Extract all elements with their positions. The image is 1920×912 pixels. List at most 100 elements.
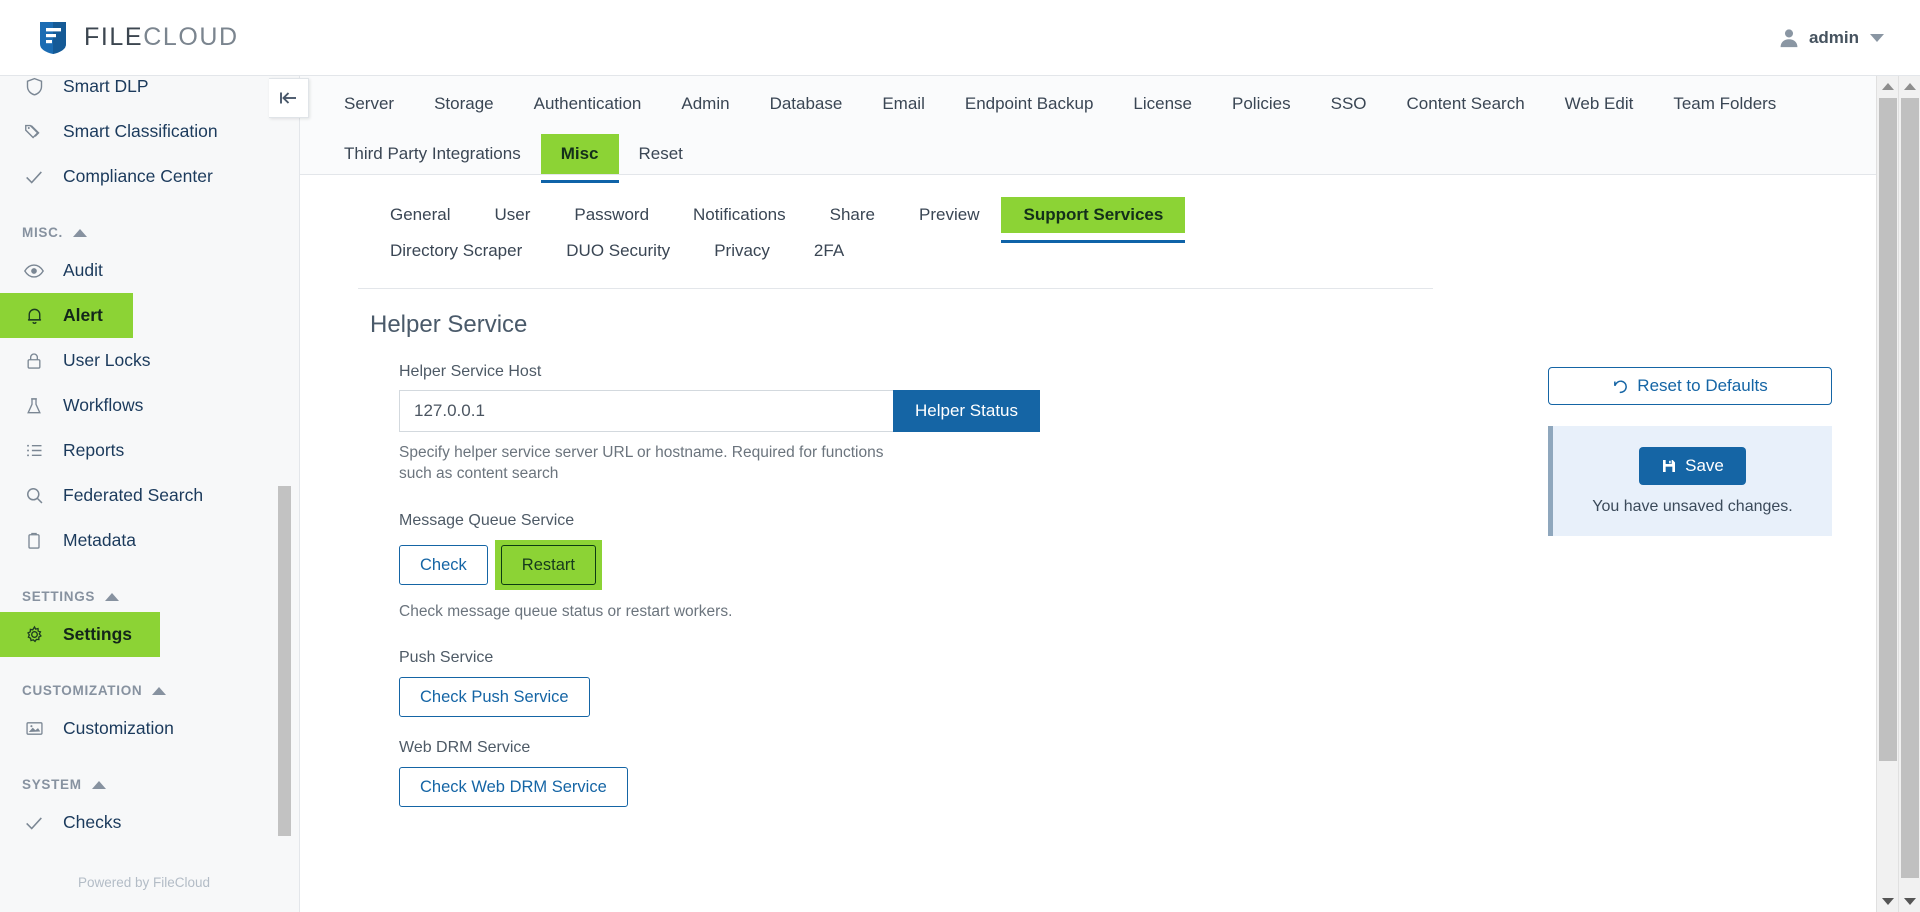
sidebar-group-label: CUSTOMIZATION <box>22 683 143 698</box>
subtab-directory-scraper[interactable]: Directory Scraper <box>368 233 544 269</box>
message-queue-buttons: Check Restart <box>399 540 1900 590</box>
subtab-privacy[interactable]: Privacy <box>692 233 792 269</box>
page-scrollbar-thumb[interactable] <box>1901 98 1919 878</box>
tab-storage[interactable]: Storage <box>414 84 514 124</box>
tab-license[interactable]: License <box>1113 84 1212 124</box>
subtab-notifications[interactable]: Notifications <box>671 197 808 233</box>
sidebar-item-metadata[interactable]: Metadata <box>0 518 287 563</box>
sidebar-item-label: User Locks <box>63 350 151 370</box>
sidebar-item-workflows[interactable]: Workflows <box>0 383 287 428</box>
sidebar-item-federated-search[interactable]: Federated Search <box>0 473 287 518</box>
scroll-down-arrow-icon[interactable] <box>1881 898 1894 905</box>
settings-nav-row-2: Third Party Integrations Misc Reset <box>324 124 1900 183</box>
chevron-up-icon <box>73 228 88 237</box>
sidebar-item-customization[interactable]: Customization <box>0 706 287 751</box>
sidebar-scrollbar-thumb[interactable] <box>278 486 291 836</box>
tab-endpoint-backup[interactable]: Endpoint Backup <box>945 84 1114 124</box>
tab-admin[interactable]: Admin <box>661 84 749 124</box>
sidebar-item-alert[interactable]: Alert <box>0 293 133 338</box>
subtab-preview[interactable]: Preview <box>897 197 1001 233</box>
tab-third-party-integrations[interactable]: Third Party Integrations <box>324 134 541 174</box>
web-drm-service-label: Web DRM Service <box>399 739 531 756</box>
logo-text-file: FILE <box>84 23 144 51</box>
sidebar-group-settings[interactable]: SETTINGS <box>0 563 287 612</box>
sidebar-item-compliance-center[interactable]: Compliance Center <box>0 154 287 199</box>
restart-queue-button[interactable]: Restart <box>500 545 596 585</box>
section-title-helper-service: Helper Service <box>370 311 528 338</box>
push-service-label: Push Service <box>399 649 494 666</box>
page-scrollbar[interactable] <box>1898 76 1920 912</box>
chevron-up-icon <box>152 686 167 695</box>
sidebar-item-label: Audit <box>63 260 103 280</box>
tab-web-edit[interactable]: Web Edit <box>1545 84 1654 124</box>
sidebar-item-user-locks[interactable]: User Locks <box>0 338 287 383</box>
tab-misc[interactable]: Misc <box>540 134 619 183</box>
tab-reset[interactable]: Reset <box>619 134 703 174</box>
sidebar-group-system[interactable]: SYSTEM <box>0 751 287 800</box>
tab-content-search[interactable]: Content Search <box>1387 84 1545 124</box>
tab-database[interactable]: Database <box>750 84 863 124</box>
sidebar-item-label: Federated Search <box>63 485 204 505</box>
tab-policies[interactable]: Policies <box>1212 84 1311 124</box>
reset-to-defaults-button[interactable]: Reset to Defaults <box>1548 367 1832 405</box>
scroll-up-arrow-icon[interactable] <box>1903 83 1916 90</box>
subtab-duo-security[interactable]: DUO Security <box>544 233 692 269</box>
collapse-sidebar-button[interactable] <box>269 78 309 118</box>
shield-icon <box>22 76 46 99</box>
filecloud-admin-window: FILECLOUD admin Smart DLP Smart Classifi… <box>0 0 1920 912</box>
scroll-up-arrow-icon[interactable] <box>1881 83 1894 90</box>
sidebar-group-customization[interactable]: CUSTOMIZATION <box>0 657 287 706</box>
inner-scrollbar-thumb[interactable] <box>1879 98 1897 761</box>
sidebar-item-settings[interactable]: Settings <box>0 612 160 657</box>
bell-icon <box>22 304 46 328</box>
chevron-up-icon <box>105 592 120 601</box>
settings-actions-panel: Reset to Defaults Save You have unsaved … <box>1548 367 1832 536</box>
helper-status-button[interactable]: Helper Status <box>893 390 1040 432</box>
check-push-service-button[interactable]: Check Push Service <box>399 677 590 717</box>
restart-button-highlight: Restart <box>494 540 602 590</box>
main-content: Server Storage Authentication Admin Data… <box>300 76 1900 912</box>
check-queue-button[interactable]: Check <box>399 545 488 585</box>
push-service-buttons: Check Push Service <box>399 677 1900 717</box>
gear-icon <box>22 623 46 647</box>
settings-nav-row-1: Server Storage Authentication Admin Data… <box>324 76 1900 124</box>
check-icon <box>22 165 46 189</box>
sidebar-item-checks[interactable]: Checks <box>0 800 287 845</box>
sidebar-item-smart-dlp[interactable]: Smart DLP <box>0 76 287 109</box>
tab-team-folders[interactable]: Team Folders <box>1653 84 1796 124</box>
subtab-2fa[interactable]: 2FA <box>792 233 866 269</box>
sidebar-item-smart-classification[interactable]: Smart Classification <box>0 109 287 154</box>
sidebar-group-label: SETTINGS <box>22 589 96 604</box>
sidebar-item-reports[interactable]: Reports <box>0 428 287 473</box>
tab-sso[interactable]: SSO <box>1311 84 1387 124</box>
filecloud-logo[interactable]: FILECLOUD <box>36 20 239 56</box>
subtab-general[interactable]: General <box>368 197 472 233</box>
check-web-drm-service-button[interactable]: Check Web DRM Service <box>399 767 628 807</box>
user-menu[interactable]: admin <box>1778 27 1884 49</box>
sidebar-scroll-content: Smart DLP Smart Classification Complianc… <box>0 76 287 912</box>
subtab-support-services[interactable]: Support Services <box>1001 197 1186 243</box>
sidebar-group-misc[interactable]: MISC. <box>0 199 287 248</box>
chevron-up-icon <box>91 780 106 789</box>
scroll-down-arrow-icon[interactable] <box>1903 898 1916 905</box>
sidebar-item-audit[interactable]: Audit <box>0 248 287 293</box>
floppy-disk-icon <box>1661 458 1677 474</box>
subtab-share[interactable]: Share <box>808 197 897 233</box>
subtab-password[interactable]: Password <box>552 197 671 233</box>
tab-server[interactable]: Server <box>324 84 414 124</box>
chevron-down-icon <box>1870 33 1884 42</box>
tab-email[interactable]: Email <box>862 84 945 124</box>
sidebar-item-label: Smart DLP <box>63 76 149 96</box>
reset-to-defaults-label: Reset to Defaults <box>1637 376 1768 395</box>
helper-host-input[interactable] <box>399 390 893 432</box>
tab-authentication[interactable]: Authentication <box>514 84 662 124</box>
subtabs-divider <box>358 288 1433 289</box>
inner-scrollbar[interactable] <box>1876 76 1898 912</box>
app-header: FILECLOUD admin <box>0 0 1920 76</box>
subtab-user[interactable]: User <box>472 197 552 233</box>
user-avatar-icon <box>1778 27 1800 49</box>
list-icon <box>22 439 46 463</box>
flask-icon <box>22 394 46 418</box>
save-button[interactable]: Save <box>1639 447 1746 485</box>
sidebar-group-label: SYSTEM <box>22 777 82 792</box>
